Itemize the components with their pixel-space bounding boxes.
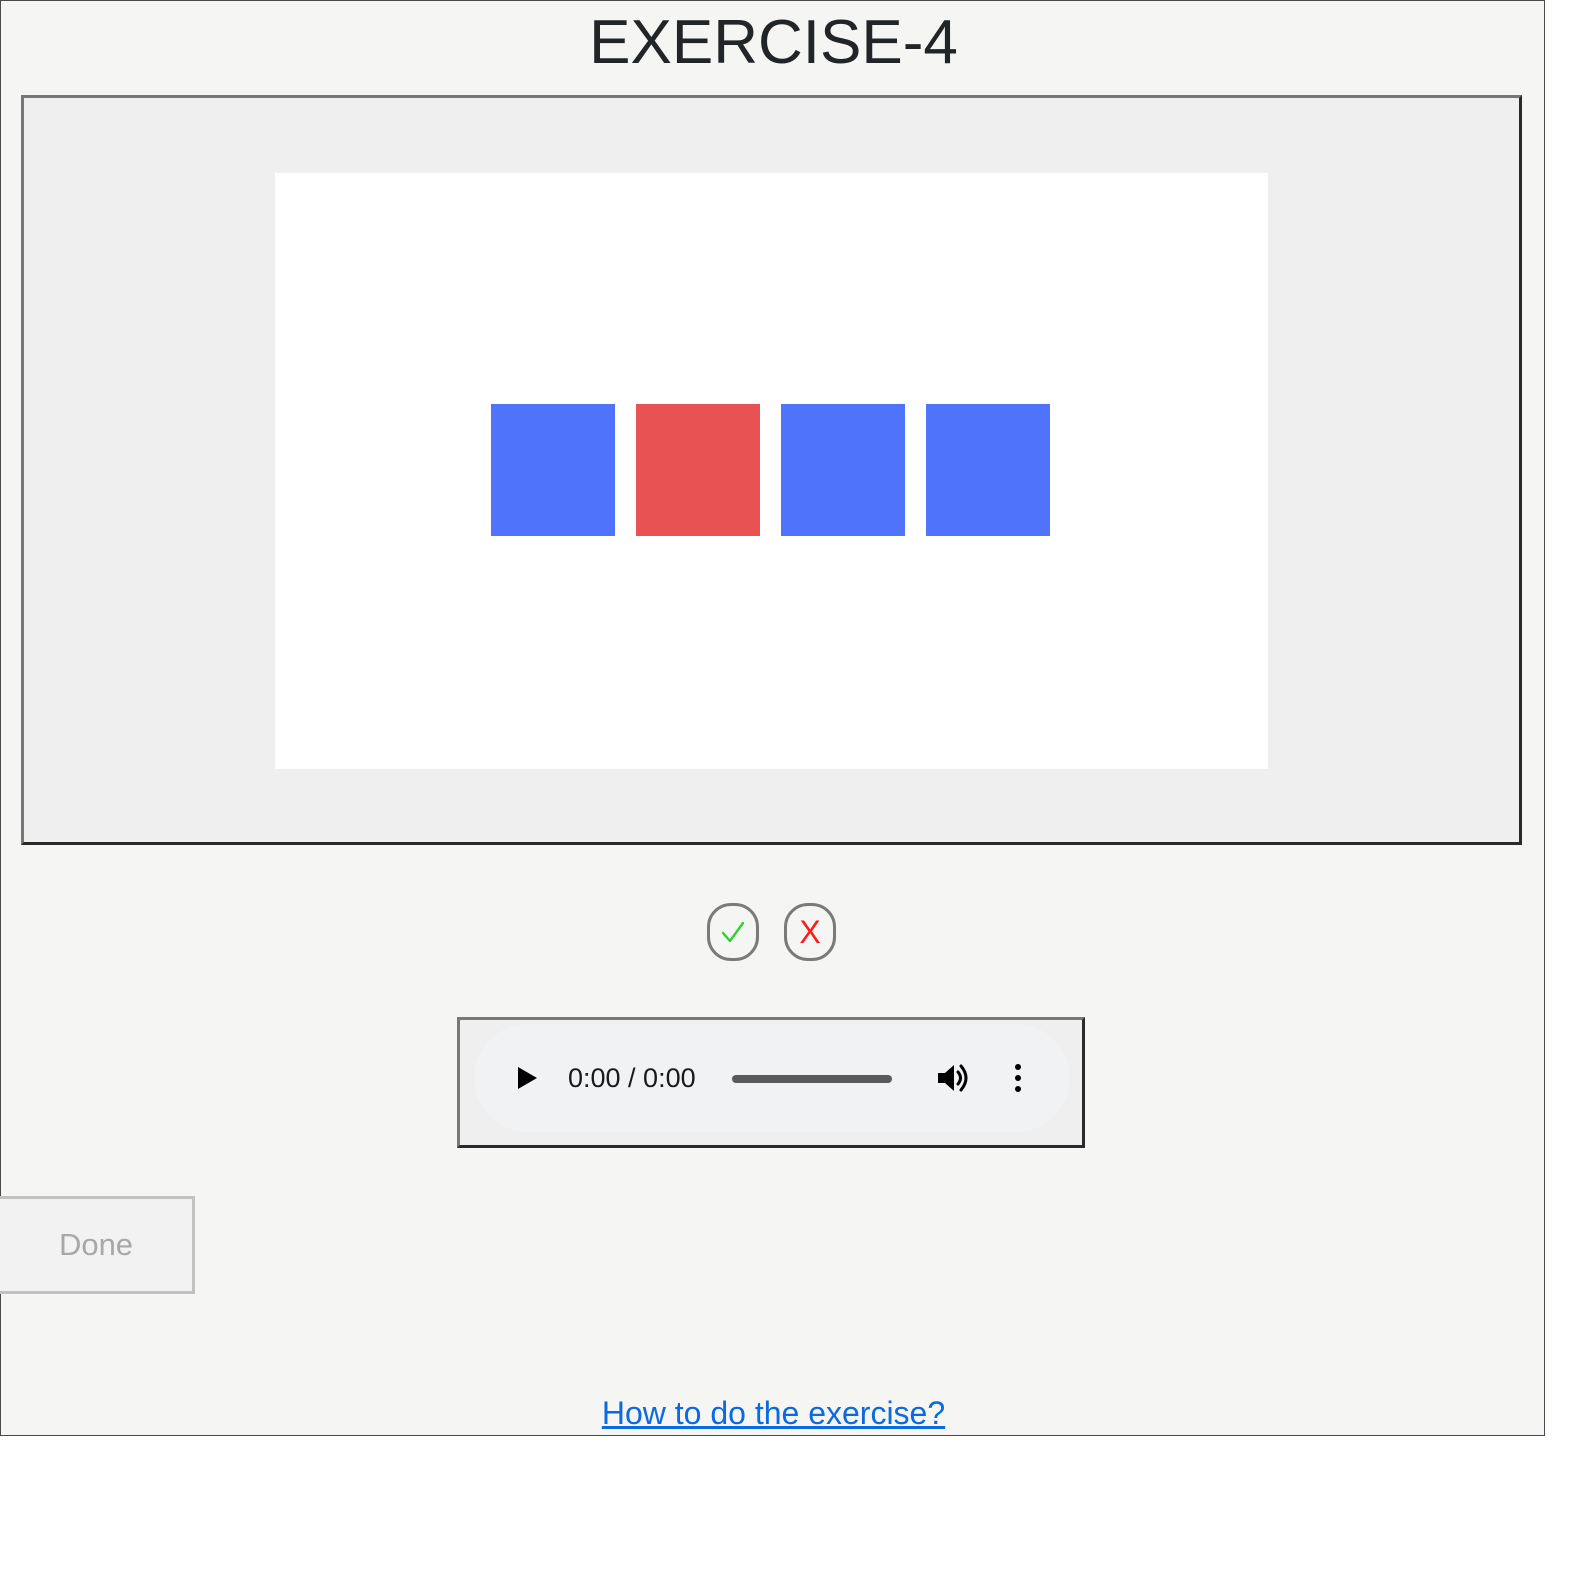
play-icon [518,1067,537,1089]
volume-icon [938,1064,968,1092]
stage-canvas [275,173,1268,769]
square-4[interactable] [926,404,1050,536]
x-icon: X [799,914,821,950]
time-display: 0:00 / 0:00 [568,1063,696,1093]
play-button[interactable] [512,1064,540,1092]
square-2[interactable] [636,404,760,536]
check-icon [721,921,745,943]
audio-player: 0:00 / 0:00 [474,1024,1070,1132]
more-vertical-icon [1015,1064,1021,1092]
audio-frame: 0:00 / 0:00 [457,1017,1085,1148]
done-button[interactable]: Done [0,1196,195,1294]
square-3[interactable] [781,404,905,536]
help-link-container: How to do the exercise? [1,1393,1546,1433]
stage-frame [21,95,1522,845]
square-1[interactable] [491,404,615,536]
page-title: EXERCISE-4 [589,8,958,77]
help-link[interactable]: How to do the exercise? [602,1395,945,1431]
volume-button[interactable] [936,1062,972,1094]
more-options-button[interactable] [1012,1062,1024,1094]
exercise-window: EXERCISE-4 X 0:00 / 0:00 Done How to do … [0,0,1545,1436]
progress-slider[interactable] [732,1075,892,1083]
wrong-button[interactable]: X [784,903,836,961]
correct-button[interactable] [707,903,759,961]
